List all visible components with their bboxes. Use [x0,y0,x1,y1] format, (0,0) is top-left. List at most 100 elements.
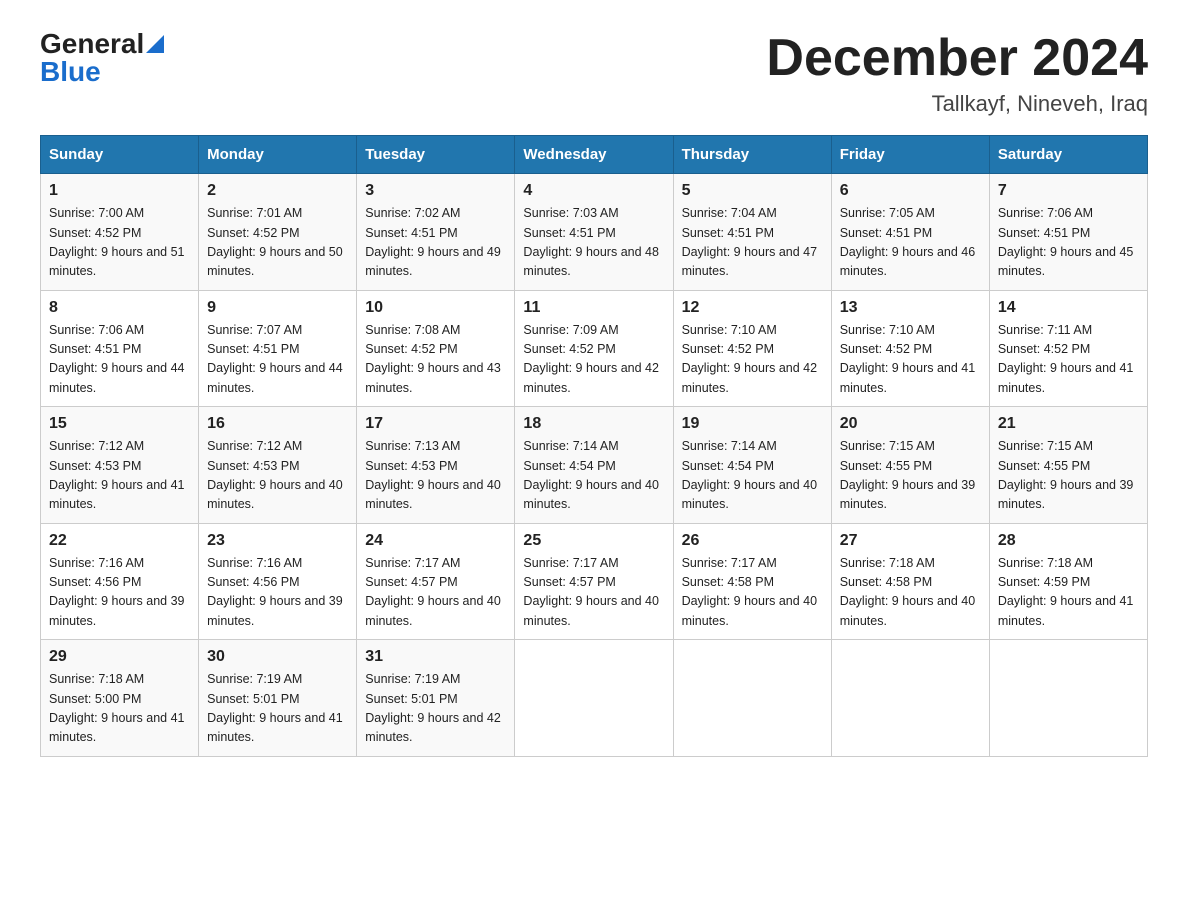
day-number: 24 [365,532,506,550]
calendar-day-header: Saturday [989,136,1147,174]
day-number: 13 [840,299,981,317]
day-detail: Sunrise: 7:14 AM Sunset: 4:54 PM Dayligh… [682,437,823,515]
day-number: 11 [523,299,664,317]
day-number: 31 [365,648,506,666]
calendar-day-cell: 30 Sunrise: 7:19 AM Sunset: 5:01 PM Dayl… [199,640,357,757]
calendar-table: SundayMondayTuesdayWednesdayThursdayFrid… [40,135,1148,757]
day-number: 12 [682,299,823,317]
logo-general-text: General [40,30,144,58]
day-detail: Sunrise: 7:08 AM Sunset: 4:52 PM Dayligh… [365,321,506,399]
day-number: 3 [365,182,506,200]
calendar-day-cell: 21 Sunrise: 7:15 AM Sunset: 4:55 PM Dayl… [989,407,1147,524]
day-number: 18 [523,415,664,433]
calendar-day-cell: 22 Sunrise: 7:16 AM Sunset: 4:56 PM Dayl… [41,523,199,640]
day-number: 4 [523,182,664,200]
logo-triangle-icon [146,31,164,53]
day-detail: Sunrise: 7:16 AM Sunset: 4:56 PM Dayligh… [49,554,190,632]
day-number: 2 [207,182,348,200]
calendar-week-row: 8 Sunrise: 7:06 AM Sunset: 4:51 PM Dayli… [41,290,1148,407]
calendar-day-cell: 19 Sunrise: 7:14 AM Sunset: 4:54 PM Dayl… [673,407,831,524]
day-number: 27 [840,532,981,550]
day-number: 9 [207,299,348,317]
day-detail: Sunrise: 7:18 AM Sunset: 4:58 PM Dayligh… [840,554,981,632]
day-detail: Sunrise: 7:12 AM Sunset: 4:53 PM Dayligh… [207,437,348,515]
logo: General Blue [40,30,164,86]
calendar-day-cell: 20 Sunrise: 7:15 AM Sunset: 4:55 PM Dayl… [831,407,989,524]
day-number: 7 [998,182,1139,200]
day-number: 6 [840,182,981,200]
month-title: December 2024 [766,30,1148,87]
calendar-day-cell: 6 Sunrise: 7:05 AM Sunset: 4:51 PM Dayli… [831,174,989,291]
calendar-day-cell: 28 Sunrise: 7:18 AM Sunset: 4:59 PM Dayl… [989,523,1147,640]
calendar-day-header: Thursday [673,136,831,174]
day-detail: Sunrise: 7:19 AM Sunset: 5:01 PM Dayligh… [207,670,348,748]
day-number: 15 [49,415,190,433]
day-number: 19 [682,415,823,433]
day-detail: Sunrise: 7:00 AM Sunset: 4:52 PM Dayligh… [49,204,190,282]
calendar-day-header: Tuesday [357,136,515,174]
title-area: December 2024 Tallkayf, Nineveh, Iraq [766,30,1148,117]
day-number: 30 [207,648,348,666]
day-detail: Sunrise: 7:15 AM Sunset: 4:55 PM Dayligh… [998,437,1139,515]
calendar-day-cell: 27 Sunrise: 7:18 AM Sunset: 4:58 PM Dayl… [831,523,989,640]
calendar-day-cell [989,640,1147,757]
day-detail: Sunrise: 7:17 AM Sunset: 4:58 PM Dayligh… [682,554,823,632]
day-number: 23 [207,532,348,550]
day-number: 21 [998,415,1139,433]
calendar-day-cell: 17 Sunrise: 7:13 AM Sunset: 4:53 PM Dayl… [357,407,515,524]
calendar-day-cell: 12 Sunrise: 7:10 AM Sunset: 4:52 PM Dayl… [673,290,831,407]
day-number: 5 [682,182,823,200]
day-detail: Sunrise: 7:02 AM Sunset: 4:51 PM Dayligh… [365,204,506,282]
calendar-day-cell: 2 Sunrise: 7:01 AM Sunset: 4:52 PM Dayli… [199,174,357,291]
calendar-day-cell: 16 Sunrise: 7:12 AM Sunset: 4:53 PM Dayl… [199,407,357,524]
page-header: General Blue December 2024 Tallkayf, Nin… [40,30,1148,117]
calendar-day-cell: 7 Sunrise: 7:06 AM Sunset: 4:51 PM Dayli… [989,174,1147,291]
day-detail: Sunrise: 7:16 AM Sunset: 4:56 PM Dayligh… [207,554,348,632]
calendar-day-cell: 25 Sunrise: 7:17 AM Sunset: 4:57 PM Dayl… [515,523,673,640]
calendar-day-cell: 1 Sunrise: 7:00 AM Sunset: 4:52 PM Dayli… [41,174,199,291]
calendar-day-cell [515,640,673,757]
day-number: 20 [840,415,981,433]
calendar-day-cell: 26 Sunrise: 7:17 AM Sunset: 4:58 PM Dayl… [673,523,831,640]
calendar-day-cell [831,640,989,757]
calendar-day-cell: 3 Sunrise: 7:02 AM Sunset: 4:51 PM Dayli… [357,174,515,291]
day-detail: Sunrise: 7:07 AM Sunset: 4:51 PM Dayligh… [207,321,348,399]
calendar-day-cell: 29 Sunrise: 7:18 AM Sunset: 5:00 PM Dayl… [41,640,199,757]
calendar-day-cell [673,640,831,757]
calendar-day-header: Sunday [41,136,199,174]
day-detail: Sunrise: 7:04 AM Sunset: 4:51 PM Dayligh… [682,204,823,282]
calendar-day-header: Friday [831,136,989,174]
day-number: 22 [49,532,190,550]
day-number: 17 [365,415,506,433]
calendar-body: 1 Sunrise: 7:00 AM Sunset: 4:52 PM Dayli… [41,174,1148,757]
day-detail: Sunrise: 7:19 AM Sunset: 5:01 PM Dayligh… [365,670,506,748]
calendar-day-cell: 18 Sunrise: 7:14 AM Sunset: 4:54 PM Dayl… [515,407,673,524]
day-detail: Sunrise: 7:03 AM Sunset: 4:51 PM Dayligh… [523,204,664,282]
day-detail: Sunrise: 7:13 AM Sunset: 4:53 PM Dayligh… [365,437,506,515]
day-number: 25 [523,532,664,550]
day-detail: Sunrise: 7:17 AM Sunset: 4:57 PM Dayligh… [365,554,506,632]
day-detail: Sunrise: 7:12 AM Sunset: 4:53 PM Dayligh… [49,437,190,515]
calendar-week-row: 1 Sunrise: 7:00 AM Sunset: 4:52 PM Dayli… [41,174,1148,291]
calendar-day-cell: 10 Sunrise: 7:08 AM Sunset: 4:52 PM Dayl… [357,290,515,407]
day-detail: Sunrise: 7:18 AM Sunset: 5:00 PM Dayligh… [49,670,190,748]
calendar-day-cell: 8 Sunrise: 7:06 AM Sunset: 4:51 PM Dayli… [41,290,199,407]
calendar-day-header: Wednesday [515,136,673,174]
calendar-day-cell: 9 Sunrise: 7:07 AM Sunset: 4:51 PM Dayli… [199,290,357,407]
day-detail: Sunrise: 7:15 AM Sunset: 4:55 PM Dayligh… [840,437,981,515]
calendar-day-cell: 11 Sunrise: 7:09 AM Sunset: 4:52 PM Dayl… [515,290,673,407]
calendar-day-cell: 31 Sunrise: 7:19 AM Sunset: 5:01 PM Dayl… [357,640,515,757]
day-number: 29 [49,648,190,666]
calendar-week-row: 15 Sunrise: 7:12 AM Sunset: 4:53 PM Dayl… [41,407,1148,524]
day-detail: Sunrise: 7:06 AM Sunset: 4:51 PM Dayligh… [49,321,190,399]
calendar-day-cell: 24 Sunrise: 7:17 AM Sunset: 4:57 PM Dayl… [357,523,515,640]
day-detail: Sunrise: 7:06 AM Sunset: 4:51 PM Dayligh… [998,204,1139,282]
calendar-day-cell: 15 Sunrise: 7:12 AM Sunset: 4:53 PM Dayl… [41,407,199,524]
day-detail: Sunrise: 7:09 AM Sunset: 4:52 PM Dayligh… [523,321,664,399]
day-number: 1 [49,182,190,200]
day-number: 8 [49,299,190,317]
calendar-day-cell: 13 Sunrise: 7:10 AM Sunset: 4:52 PM Dayl… [831,290,989,407]
calendar-week-row: 29 Sunrise: 7:18 AM Sunset: 5:00 PM Dayl… [41,640,1148,757]
calendar-day-cell: 23 Sunrise: 7:16 AM Sunset: 4:56 PM Dayl… [199,523,357,640]
calendar-day-cell: 4 Sunrise: 7:03 AM Sunset: 4:51 PM Dayli… [515,174,673,291]
